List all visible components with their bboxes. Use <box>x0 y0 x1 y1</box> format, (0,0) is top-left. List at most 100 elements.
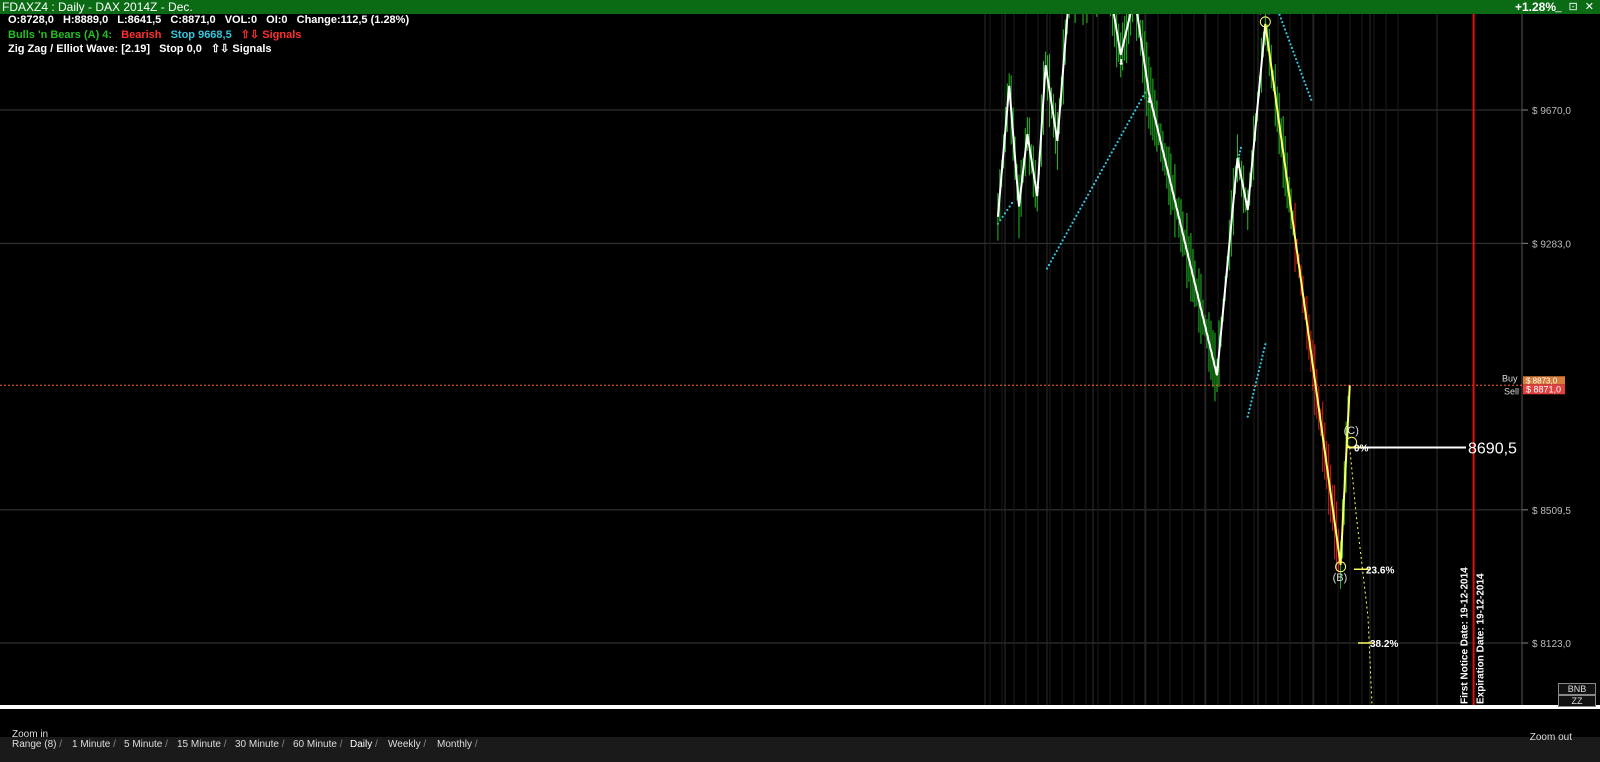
price-chart[interactable]: ⬇⬆⬇⬆⬇⬆⬇⬆⬇⬆⬇⬆⬇⬆ $ 9670,0$ 9283,0$ 8509,5$… <box>0 14 1600 705</box>
stop-dot <box>1297 65 1300 68</box>
stop-dot <box>1310 98 1313 101</box>
stop-dot <box>1069 225 1072 228</box>
stop-dot <box>1139 98 1143 101</box>
stop-dot <box>1254 381 1258 384</box>
stop-dot <box>1251 396 1254 399</box>
level-value: 8690,5 <box>1468 440 1517 457</box>
sell-label: Sell <box>1504 386 1519 396</box>
stop-dot <box>1262 350 1265 354</box>
sell-price: $ 8871,0 <box>1526 384 1561 394</box>
stop-dot <box>1102 165 1105 168</box>
stop-dot <box>1282 24 1285 27</box>
stop-dot <box>1089 190 1092 193</box>
zoom-out-button[interactable]: Zoom out <box>1530 732 1572 743</box>
y-tick-label: $ 8509,5 <box>1532 506 1571 517</box>
stop-dot <box>1067 228 1070 231</box>
stop-dot <box>1294 57 1298 61</box>
expiration-label: Expiration Date: 19-12-2014 <box>1476 573 1487 704</box>
fib-label: 23.6% <box>1366 565 1394 576</box>
stop-dot <box>1049 260 1053 263</box>
buy-label: Buy <box>1502 373 1518 383</box>
stop-dot <box>1003 212 1007 215</box>
stop-dot <box>1252 392 1255 395</box>
stop-dot <box>1260 358 1263 361</box>
stop-dot <box>1116 140 1119 144</box>
tf-30min[interactable]: 30 Minute <box>235 739 284 750</box>
stop-dot <box>1285 32 1288 35</box>
stop-dot <box>1246 415 1249 418</box>
stop-dot <box>1254 385 1257 388</box>
stop-dot <box>1299 69 1302 72</box>
signal-arrow: ⬆ <box>1016 195 1023 204</box>
y-tick-label: $ 9670,0 <box>1532 106 1571 117</box>
stop-dot <box>1090 186 1094 189</box>
stop-dot <box>1308 94 1311 98</box>
tf-60min[interactable]: 60 Minute <box>293 739 342 750</box>
tf-weekly[interactable]: Weekly <box>388 739 426 750</box>
stop-dot <box>1057 246 1060 249</box>
window-title: FDAXZ4 : Daily - DAX 2014Z - Dec. <box>2 0 193 14</box>
stop-dot <box>1071 221 1074 224</box>
signal-arrow: ⬇ <box>1146 96 1153 105</box>
stop-dot <box>1300 72 1303 75</box>
stop-dot <box>1132 112 1135 115</box>
stop-dot <box>1250 400 1253 403</box>
stop-dot <box>1106 158 1109 161</box>
tf-daily[interactable]: Daily <box>350 739 378 750</box>
tf-1min[interactable]: 1 Minute <box>72 739 116 750</box>
stop-dot <box>1075 214 1078 217</box>
stop-dot <box>1248 407 1251 411</box>
stop-dot <box>1264 343 1267 346</box>
signal-arrow: ⬇ <box>1024 137 1031 146</box>
stop-dot <box>1077 211 1080 214</box>
chart-grid <box>0 14 1528 705</box>
stop-dot <box>1081 204 1084 207</box>
stop-dot <box>1239 146 1243 149</box>
stop-dot <box>1059 242 1062 245</box>
stop-dot <box>1138 102 1141 105</box>
zigzag-line: ⬇⬆⬇⬆⬇⬆⬇⬆⬇⬆⬇⬆⬇⬆ <box>996 14 1351 565</box>
change-badge: +1.28% <box>1514 0 1556 14</box>
stop-dot <box>1141 95 1145 98</box>
stop-dot <box>1126 123 1129 126</box>
stop-dot <box>1130 116 1133 119</box>
stop-dot <box>1100 168 1103 172</box>
stop-dot <box>1120 133 1123 137</box>
stop-dot <box>1289 43 1292 46</box>
wave-label: (C) <box>1344 425 1359 437</box>
stop-dot <box>1278 14 1281 16</box>
stop-dot <box>1096 176 1100 179</box>
y-tick-label: $ 9283,0 <box>1532 239 1571 250</box>
stop-dot <box>1305 87 1309 90</box>
tf-5min[interactable]: 5 Minute <box>124 739 168 750</box>
stop-dot <box>1061 239 1064 242</box>
signal-arrow: ⬇ <box>1006 89 1013 98</box>
tf-15min[interactable]: 15 Minute <box>177 739 226 750</box>
stop-dot <box>1085 197 1088 200</box>
stop-dot <box>1134 109 1137 112</box>
tf-range[interactable]: Range (8) <box>12 739 62 750</box>
signal-arrow: ⬆ <box>1054 130 1061 139</box>
stop-dot <box>1073 218 1076 221</box>
signal-arrow: ⬇ <box>1234 161 1241 170</box>
stop-dot <box>1098 172 1102 175</box>
signal-arrow: ⬆ <box>1034 185 1041 194</box>
stop-dot <box>1279 17 1283 20</box>
zz-button[interactable]: ZZ <box>1558 695 1596 707</box>
signal-arrow: ⬆ <box>1245 199 1252 208</box>
stop-dot <box>1296 61 1299 64</box>
stop-dot <box>1293 54 1296 57</box>
tf-monthly[interactable]: Monthly <box>437 739 478 750</box>
stop-dot <box>1136 105 1139 108</box>
stop-dot <box>1094 179 1098 182</box>
signal-arrow: ⬆ <box>1214 364 1221 373</box>
stop-dot <box>1047 263 1051 267</box>
stop-dot <box>1281 21 1284 24</box>
stop-dot <box>1118 137 1121 140</box>
stop-dot <box>1051 256 1054 260</box>
stop-dot <box>1055 249 1058 253</box>
window-buttons[interactable]: _ ⊡ ✕ <box>1555 0 1596 14</box>
bnb-button[interactable]: BNB <box>1558 683 1596 695</box>
stop-dot <box>1010 201 1014 205</box>
stop-dot <box>1079 207 1082 210</box>
